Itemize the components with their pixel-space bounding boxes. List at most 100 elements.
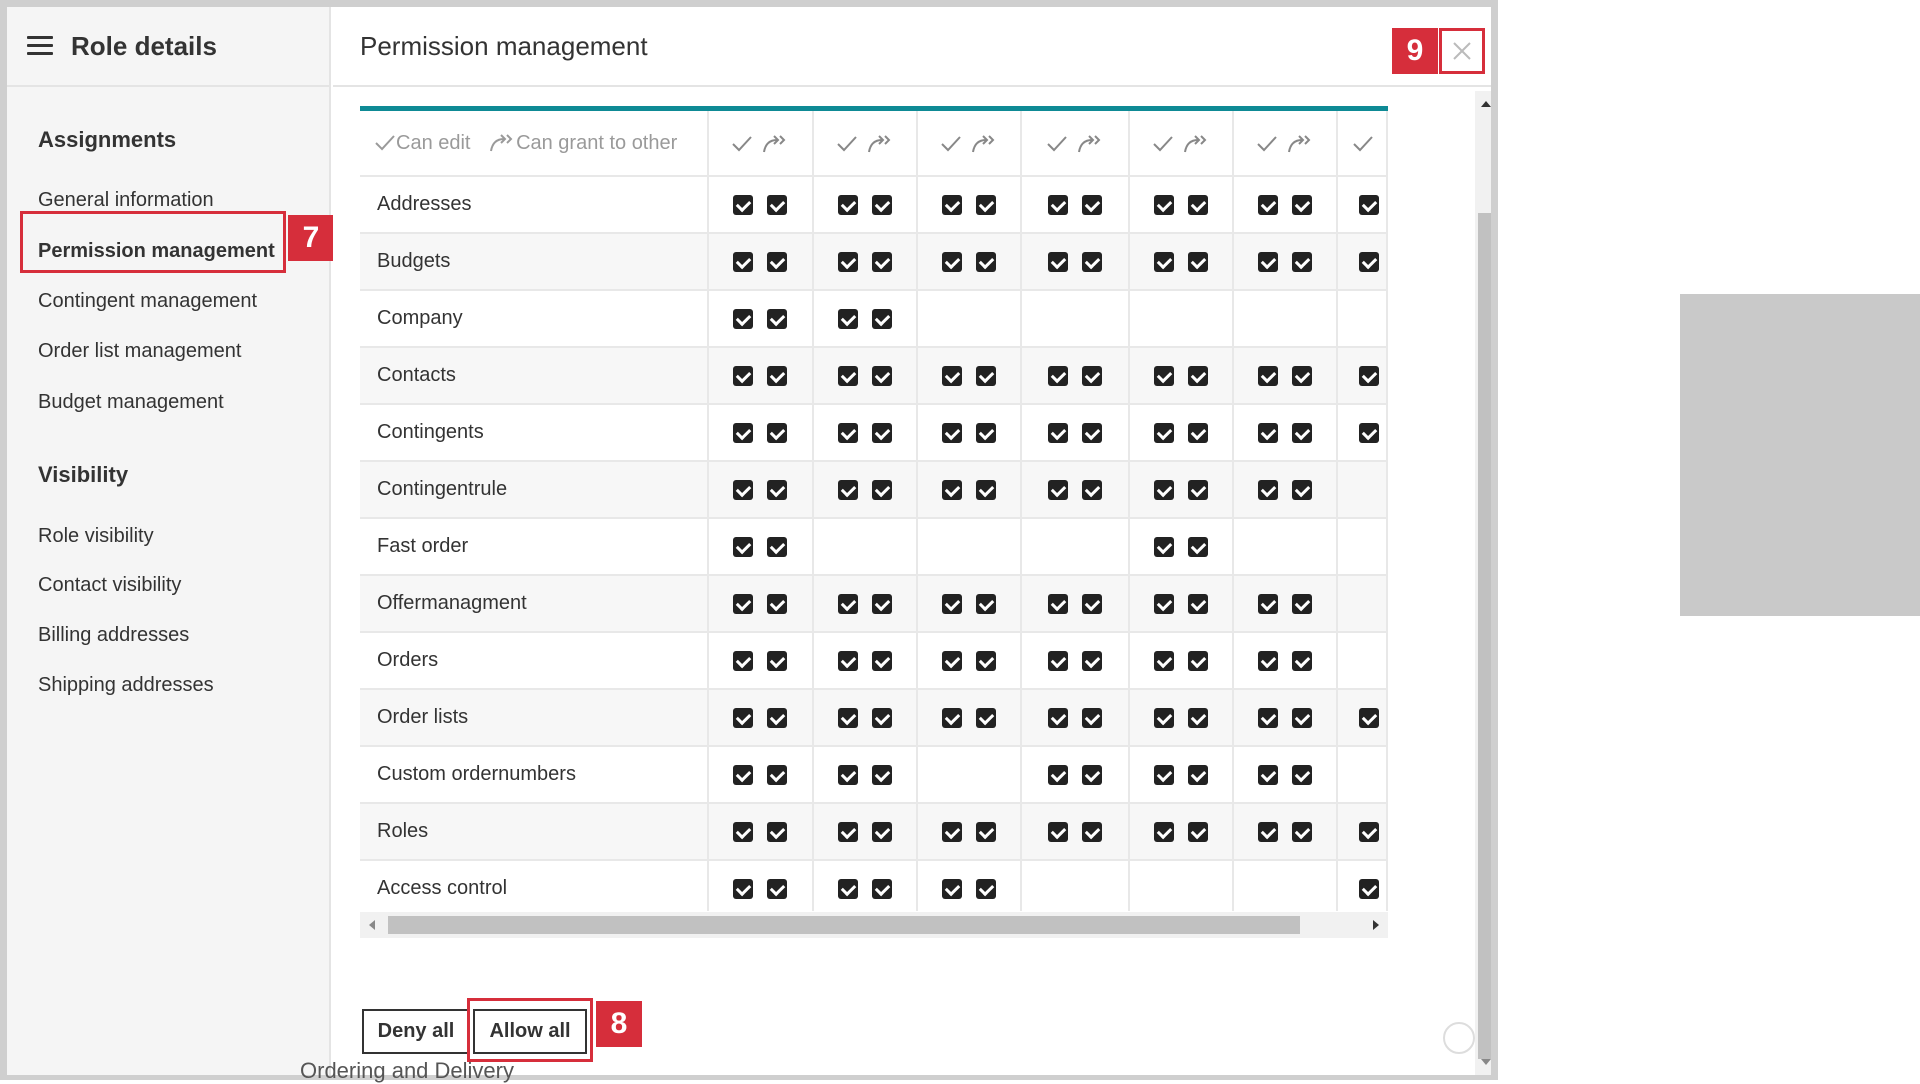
can-edit-checkbox[interactable] [1257, 764, 1278, 785]
can-edit-checkbox[interactable] [1153, 479, 1174, 500]
can-edit-checkbox[interactable] [837, 593, 858, 614]
can-grant-checkbox[interactable] [767, 536, 788, 557]
sidebar-item-contingent-management[interactable]: Contingent management [38, 290, 257, 313]
can-grant-checkbox[interactable] [871, 365, 892, 386]
deny-all-button[interactable]: Deny all [362, 1009, 470, 1054]
can-grant-checkbox[interactable] [1081, 707, 1102, 728]
can-edit-checkbox[interactable] [1257, 650, 1278, 671]
can-grant-checkbox[interactable] [1081, 650, 1102, 671]
can-edit-checkbox[interactable] [941, 650, 962, 671]
can-edit-checkbox[interactable] [941, 707, 962, 728]
can-edit-checkbox[interactable] [1358, 878, 1379, 899]
can-grant-checkbox[interactable] [1291, 764, 1312, 785]
can-edit-checkbox[interactable] [837, 251, 858, 272]
can-grant-checkbox[interactable] [975, 878, 996, 899]
can-grant-checkbox[interactable] [767, 707, 788, 728]
can-edit-checkbox[interactable] [1047, 821, 1068, 842]
sidebar-item-budget-management[interactable]: Budget management [38, 391, 224, 414]
can-edit-checkbox[interactable] [733, 650, 754, 671]
can-edit-checkbox[interactable] [837, 707, 858, 728]
sidebar-item-order-list-management[interactable]: Order list management [38, 340, 241, 363]
can-grant-checkbox[interactable] [1187, 251, 1208, 272]
can-grant-checkbox[interactable] [871, 422, 892, 443]
can-edit-checkbox[interactable] [941, 821, 962, 842]
vertical-scroll-thumb[interactable] [1478, 213, 1491, 1059]
allow-all-button[interactable]: Allow all [473, 1009, 587, 1054]
can-edit-checkbox[interactable] [1047, 593, 1068, 614]
can-edit-checkbox[interactable] [1047, 707, 1068, 728]
can-grant-checkbox[interactable] [1081, 422, 1102, 443]
sidebar-item-shipping-addresses[interactable]: Shipping addresses [38, 674, 214, 697]
can-grant-checkbox[interactable] [1187, 593, 1208, 614]
can-grant-checkbox[interactable] [1081, 593, 1102, 614]
vertical-scrollbar[interactable] [1475, 91, 1491, 1075]
sidebar-item-role-visibility[interactable]: Role visibility [38, 525, 154, 548]
can-edit-checkbox[interactable] [941, 593, 962, 614]
scroll-right-icon[interactable] [1373, 920, 1379, 930]
can-grant-checkbox[interactable] [975, 593, 996, 614]
can-grant-checkbox[interactable] [871, 479, 892, 500]
can-grant-checkbox[interactable] [767, 764, 788, 785]
can-grant-checkbox[interactable] [1187, 650, 1208, 671]
can-grant-checkbox[interactable] [1187, 422, 1208, 443]
scroll-left-icon[interactable] [369, 920, 375, 930]
can-edit-checkbox[interactable] [1047, 194, 1068, 215]
can-grant-checkbox[interactable] [1291, 194, 1312, 215]
can-grant-checkbox[interactable] [1187, 479, 1208, 500]
can-edit-checkbox[interactable] [1153, 650, 1174, 671]
can-grant-checkbox[interactable] [1291, 821, 1312, 842]
can-edit-checkbox[interactable] [1358, 365, 1379, 386]
can-grant-checkbox[interactable] [767, 479, 788, 500]
can-grant-checkbox[interactable] [871, 593, 892, 614]
can-grant-checkbox[interactable] [975, 194, 996, 215]
can-grant-checkbox[interactable] [871, 821, 892, 842]
can-grant-checkbox[interactable] [975, 707, 996, 728]
can-edit-checkbox[interactable] [837, 308, 858, 329]
can-edit-checkbox[interactable] [941, 194, 962, 215]
can-edit-checkbox[interactable] [1153, 707, 1174, 728]
can-edit-checkbox[interactable] [733, 194, 754, 215]
can-edit-checkbox[interactable] [733, 365, 754, 386]
can-grant-checkbox[interactable] [1291, 365, 1312, 386]
can-edit-checkbox[interactable] [1358, 707, 1379, 728]
can-grant-checkbox[interactable] [767, 194, 788, 215]
can-edit-checkbox[interactable] [1153, 251, 1174, 272]
can-edit-checkbox[interactable] [733, 251, 754, 272]
can-edit-checkbox[interactable] [1257, 707, 1278, 728]
can-grant-checkbox[interactable] [871, 878, 892, 899]
can-edit-checkbox[interactable] [837, 422, 858, 443]
can-edit-checkbox[interactable] [1358, 194, 1379, 215]
can-grant-checkbox[interactable] [767, 878, 788, 899]
can-grant-checkbox[interactable] [975, 479, 996, 500]
can-grant-checkbox[interactable] [871, 308, 892, 329]
can-grant-checkbox[interactable] [1081, 821, 1102, 842]
can-edit-checkbox[interactable] [733, 821, 754, 842]
can-edit-checkbox[interactable] [1257, 365, 1278, 386]
can-edit-checkbox[interactable] [1153, 821, 1174, 842]
can-edit-checkbox[interactable] [1153, 194, 1174, 215]
can-edit-checkbox[interactable] [837, 194, 858, 215]
can-edit-checkbox[interactable] [837, 764, 858, 785]
can-grant-checkbox[interactable] [975, 251, 996, 272]
can-edit-checkbox[interactable] [1257, 251, 1278, 272]
can-edit-checkbox[interactable] [733, 764, 754, 785]
can-grant-checkbox[interactable] [1187, 821, 1208, 842]
can-grant-checkbox[interactable] [1187, 194, 1208, 215]
can-edit-checkbox[interactable] [1047, 251, 1068, 272]
can-grant-checkbox[interactable] [1081, 479, 1102, 500]
can-grant-checkbox[interactable] [871, 764, 892, 785]
can-grant-checkbox[interactable] [1187, 764, 1208, 785]
can-edit-checkbox[interactable] [733, 878, 754, 899]
can-edit-checkbox[interactable] [733, 536, 754, 557]
can-edit-checkbox[interactable] [1257, 194, 1278, 215]
can-edit-checkbox[interactable] [941, 365, 962, 386]
can-grant-checkbox[interactable] [1291, 251, 1312, 272]
can-edit-checkbox[interactable] [1153, 593, 1174, 614]
can-edit-checkbox[interactable] [733, 479, 754, 500]
can-edit-checkbox[interactable] [1257, 479, 1278, 500]
can-grant-checkbox[interactable] [1081, 251, 1102, 272]
can-edit-checkbox[interactable] [1358, 821, 1379, 842]
can-edit-checkbox[interactable] [1257, 821, 1278, 842]
can-grant-checkbox[interactable] [871, 707, 892, 728]
can-edit-checkbox[interactable] [1257, 593, 1278, 614]
